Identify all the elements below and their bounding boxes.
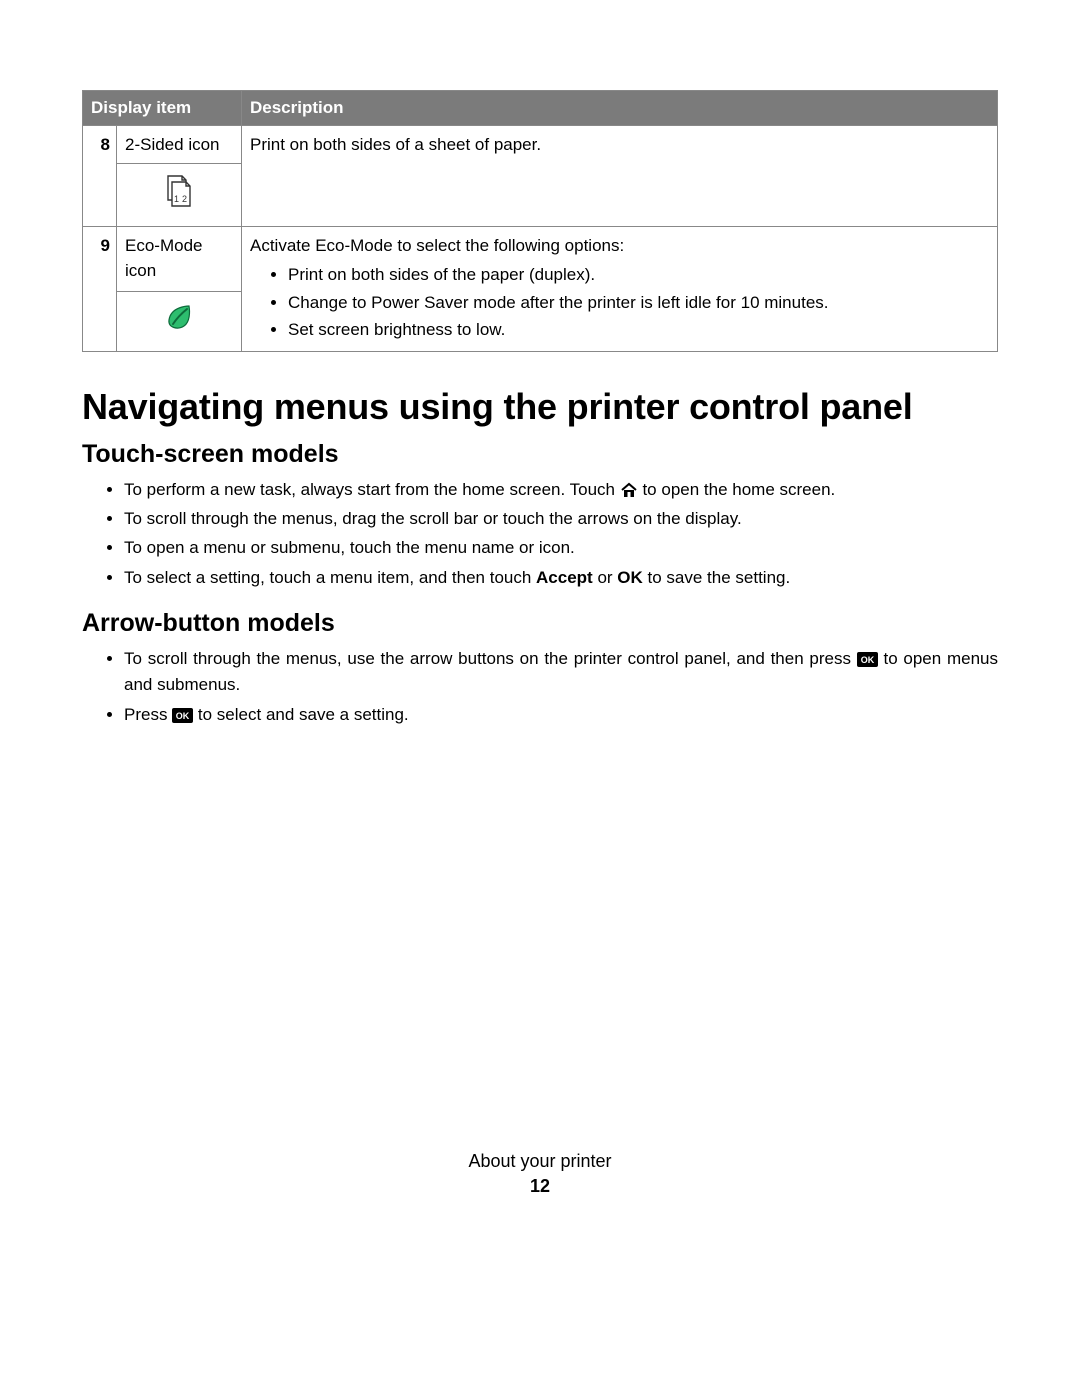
table-header-display-item: Display item: [83, 91, 242, 126]
page-number: 12: [0, 1176, 1080, 1197]
list-item: To perform a new task, always start from…: [124, 477, 998, 503]
list-item: To select a setting, touch a menu item, …: [124, 565, 998, 591]
eco-bullet: Set screen brightness to low.: [288, 317, 989, 343]
svg-text:OK: OK: [860, 655, 874, 665]
subsection-heading-arrow: Arrow-button models: [82, 609, 998, 638]
row-number: 9: [83, 226, 117, 351]
home-icon: [620, 480, 638, 496]
section-heading: Navigating menus using the printer contr…: [82, 386, 998, 428]
svg-text:OK: OK: [176, 711, 190, 721]
row-description: Activate Eco-Mode to select the followin…: [242, 226, 998, 351]
two-sided-icon: 1 2: [162, 174, 196, 208]
row-name: 2-Sided icon: [117, 125, 242, 164]
arrow-button-list: To scroll through the menus, use the arr…: [124, 646, 998, 728]
table-row: 9 Eco-Mode icon Activate Eco-Mode to sel…: [83, 226, 998, 291]
list-item: To scroll through the menus, use the arr…: [124, 646, 998, 699]
touch-screen-list: To perform a new task, always start from…: [124, 477, 998, 591]
eco-bullet: Print on both sides of the paper (duplex…: [288, 262, 989, 288]
eco-bullet: Change to Power Saver mode after the pri…: [288, 290, 989, 316]
footer-section-title: About your printer: [0, 1151, 1080, 1172]
subsection-heading-touch: Touch-screen models: [82, 440, 998, 469]
list-item: To open a menu or submenu, touch the men…: [124, 535, 998, 561]
row-number: 8: [83, 125, 117, 226]
page-footer: About your printer 12: [0, 1151, 1080, 1197]
list-item: Press OK to select and save a setting.: [124, 702, 998, 728]
table-header-description: Description: [242, 91, 998, 126]
row-description: Print on both sides of a sheet of paper.: [242, 125, 998, 226]
ok-icon: OK: [857, 649, 878, 664]
svg-text:1: 1: [174, 194, 179, 204]
table-row: 8 2-Sided icon Print on both sides of a …: [83, 125, 998, 164]
display-item-table: Display item Description 8 2-Sided icon …: [82, 90, 998, 352]
list-item: To scroll through the menus, drag the sc…: [124, 506, 998, 532]
eco-mode-icon: [164, 302, 194, 332]
ok-icon: OK: [172, 705, 193, 720]
row-name: Eco-Mode icon: [117, 226, 242, 291]
svg-text:2: 2: [182, 194, 187, 204]
